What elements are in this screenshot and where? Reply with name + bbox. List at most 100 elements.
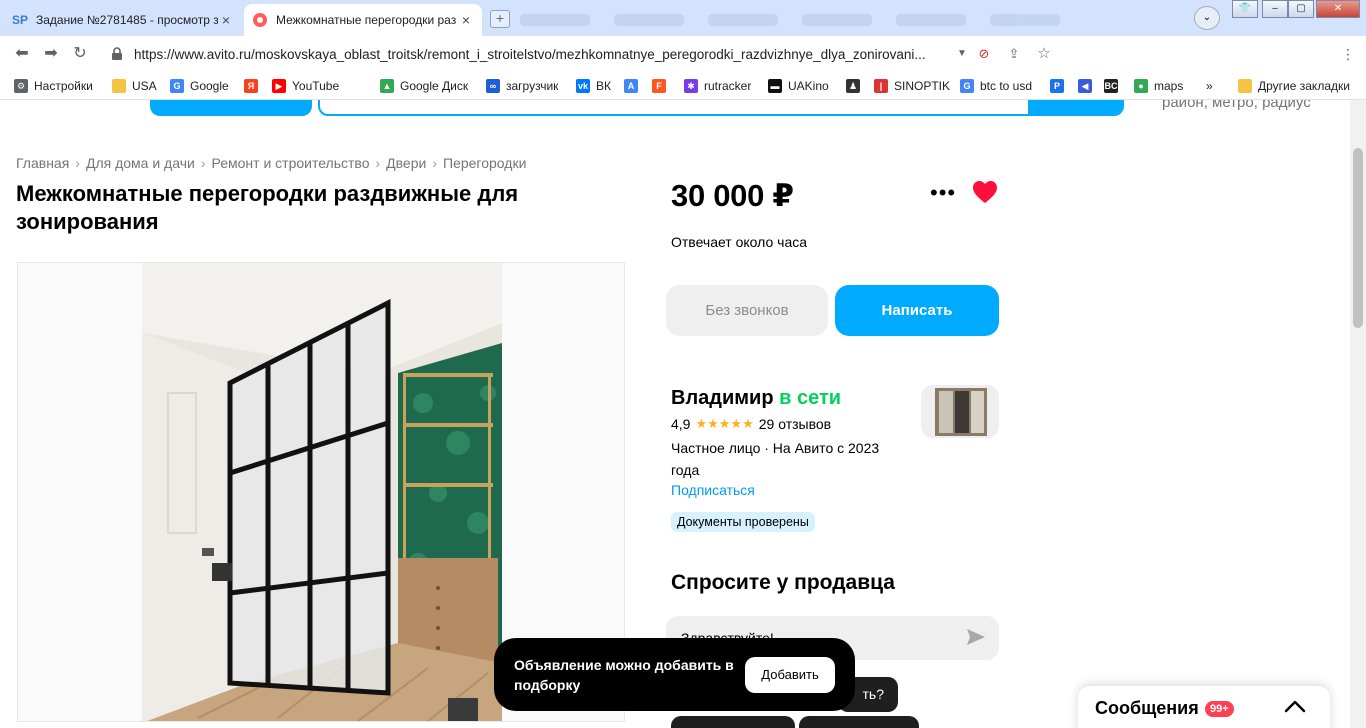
breadcrumb: Главная › Для дома и дачи › Ремонт и стр… xyxy=(16,155,526,171)
bookmark-google-диск[interactable]: ▲ Google Диск xyxy=(380,78,468,94)
bookmark-star-icon[interactable]: ☆ xyxy=(1034,44,1054,64)
tab-avito[interactable]: Межкомнатные перегородки раз × xyxy=(244,4,482,36)
heart-icon[interactable] xyxy=(972,180,998,204)
bookmark-label: btc to usd xyxy=(980,79,1033,93)
bookmark-yandex[interactable]: Я xyxy=(244,78,264,94)
drive-icon: ▲ xyxy=(380,79,394,93)
documents-verified-badge: Документы проверены xyxy=(671,512,815,532)
bookmark-label: Google xyxy=(190,79,229,93)
bookmark-загрузчик[interactable]: ∞ загрузчик xyxy=(486,78,558,94)
region-input[interactable]: район, метро, радиус xyxy=(1162,100,1311,111)
bookmark-label: ВК xyxy=(596,79,611,93)
reload-button[interactable]: ↻ xyxy=(70,44,90,64)
close-icon[interactable]: × xyxy=(458,12,474,28)
browser-tab-strip: SP Задание №2781485 - просмотр з × Межко… xyxy=(0,0,1366,36)
seller-name-text[interactable]: Владимир xyxy=(671,387,774,409)
bookmark-label: загрузчик xyxy=(506,79,559,93)
site-search-input[interactable] xyxy=(318,100,1124,116)
bookmark-label: maps xyxy=(1154,79,1184,93)
messenger-widget[interactable]: Сообщения 99+ xyxy=(1078,686,1330,728)
ask-seller-title: Спросите у продавца xyxy=(671,571,895,594)
bookmark-p[interactable]: P xyxy=(1050,78,1070,94)
bookmark-f[interactable]: F xyxy=(652,78,672,94)
omnibox-dropdown-icon[interactable]: ▼ xyxy=(952,44,972,64)
bookmark-youtube[interactable]: ▶ YouTube xyxy=(272,78,339,94)
scrollbar-thumb[interactable] xyxy=(1353,148,1363,328)
response-time: Отвечает около часа xyxy=(671,234,808,250)
bookmarks-bar: ⚙ Настройки USA G Google Я ▶ YouTube ▲ Google Дис… xyxy=(0,72,1366,100)
tab-search-button[interactable]: ⌄ xyxy=(1194,6,1220,30)
bookmark-bc[interactable]: BC xyxy=(1104,78,1124,94)
bookmark-arrow[interactable]: ◀ xyxy=(1078,78,1098,94)
camera-blocked-icon[interactable]: ⊘ xyxy=(974,44,994,64)
bookmark-maps[interactable]: ● maps xyxy=(1134,78,1183,94)
uakino-icon: ▬ xyxy=(768,79,782,93)
listing-price: 30 000 ₽ xyxy=(671,178,794,213)
bookmark-label: SINOPTIK xyxy=(894,79,951,93)
minimize-button[interactable]: – xyxy=(1262,0,1288,18)
gear-icon: ⚙ xyxy=(14,79,28,93)
share-icon[interactable]: ⇪ xyxy=(1004,44,1024,64)
bookmark-вк[interactable]: vk ВК xyxy=(576,78,611,94)
no-calls-button[interactable]: Без звонков xyxy=(666,285,828,336)
reviews-count[interactable]: 29 отзывов xyxy=(759,416,831,432)
back-button[interactable]: ⬅ xyxy=(12,44,32,64)
maximize-button[interactable]: ▢ xyxy=(1288,0,1314,18)
send-icon[interactable] xyxy=(966,627,986,647)
window-close-button[interactable]: ✕ xyxy=(1316,0,1360,18)
kebab-menu-icon[interactable]: ⋮ xyxy=(1338,44,1358,64)
chevron-up-icon[interactable] xyxy=(1284,699,1306,713)
messenger-label: Сообщения xyxy=(1095,698,1199,718)
sp-favicon: SP xyxy=(12,13,29,27)
other-bookmarks-folder[interactable]: Другие закладки xyxy=(1238,78,1350,94)
tab-task[interactable]: SP Задание №2781485 - просмотр з × xyxy=(4,4,242,36)
quick-question-chip[interactable] xyxy=(671,716,795,728)
toast-text: Объявление можно добавить в подборку xyxy=(514,657,734,693)
forward-button[interactable]: ➡ xyxy=(41,44,61,64)
background-tabs xyxy=(520,10,1120,30)
folder-icon xyxy=(1238,79,1252,93)
bookmarks-overflow-button[interactable]: » xyxy=(1206,78,1213,94)
seller-avatar[interactable] xyxy=(921,385,999,438)
site-search-button[interactable] xyxy=(1028,100,1122,114)
loop-icon: ∞ xyxy=(486,79,500,93)
breadcrumb-separator: › xyxy=(375,155,381,171)
bookmark-google[interactable]: G Google xyxy=(170,78,229,94)
bookmark-uakino[interactable]: ▬ UAKino xyxy=(768,78,829,94)
arrow-icon: ◀ xyxy=(1078,79,1092,93)
seller-rating[interactable]: 4,9 ★★★★★ 29 отзывов xyxy=(671,416,831,432)
address-bar[interactable]: https://www.avito.ru/moskovskaya_oblast_… xyxy=(100,40,1060,68)
close-icon[interactable]: × xyxy=(218,12,234,28)
all-categories-button[interactable] xyxy=(150,100,312,116)
seller-name[interactable]: Владимир в сети xyxy=(671,387,841,410)
translate-icon: A xyxy=(624,79,638,93)
quick-question-chip[interactable] xyxy=(799,716,919,728)
breadcrumb-item[interactable]: Для дома и дачи xyxy=(86,155,195,171)
write-message-button[interactable]: Написать xyxy=(835,285,999,336)
breadcrumb-item[interactable]: Ремонт и строительство xyxy=(212,155,370,171)
bookmark-sinoptik[interactable]: | SINOPTIK xyxy=(874,78,950,94)
page-scrollbar[interactable] xyxy=(1350,100,1366,728)
add-button[interactable]: Добавить xyxy=(745,657,835,693)
tab-title: Межкомнатные перегородки раз xyxy=(276,13,457,27)
vk-icon: vk xyxy=(576,79,590,93)
breadcrumb-item[interactable]: Главная xyxy=(16,155,69,171)
star-icon: ★★★★★ xyxy=(695,416,754,431)
f-icon: F xyxy=(652,79,666,93)
bookmark-figure[interactable]: ♟ xyxy=(846,78,866,94)
breadcrumb-item[interactable]: Двери xyxy=(386,155,426,171)
bookmark-label: UAKino xyxy=(788,79,829,93)
breadcrumb-item[interactable]: Перегородки xyxy=(443,155,526,171)
more-options-icon[interactable]: ••• xyxy=(930,182,956,204)
bookmark-label: Google Диск xyxy=(400,79,469,93)
subscribe-link[interactable]: Подписаться xyxy=(671,482,755,498)
bookmark-translate[interactable]: A xyxy=(624,78,644,94)
bookmark-настройки[interactable]: ⚙ Настройки xyxy=(14,78,93,94)
bookmark-usa[interactable]: USA xyxy=(112,78,157,94)
bookmark-rutracker[interactable]: ✱ rutracker xyxy=(684,78,751,94)
window-user-icon[interactable]: 👕 xyxy=(1232,0,1258,18)
bookmark-btc-to-usd[interactable]: Gbtc to usd xyxy=(960,78,1032,94)
avito-logo[interactable] xyxy=(18,100,38,104)
avito-icon xyxy=(252,12,268,28)
new-tab-button[interactable]: + xyxy=(490,10,510,28)
